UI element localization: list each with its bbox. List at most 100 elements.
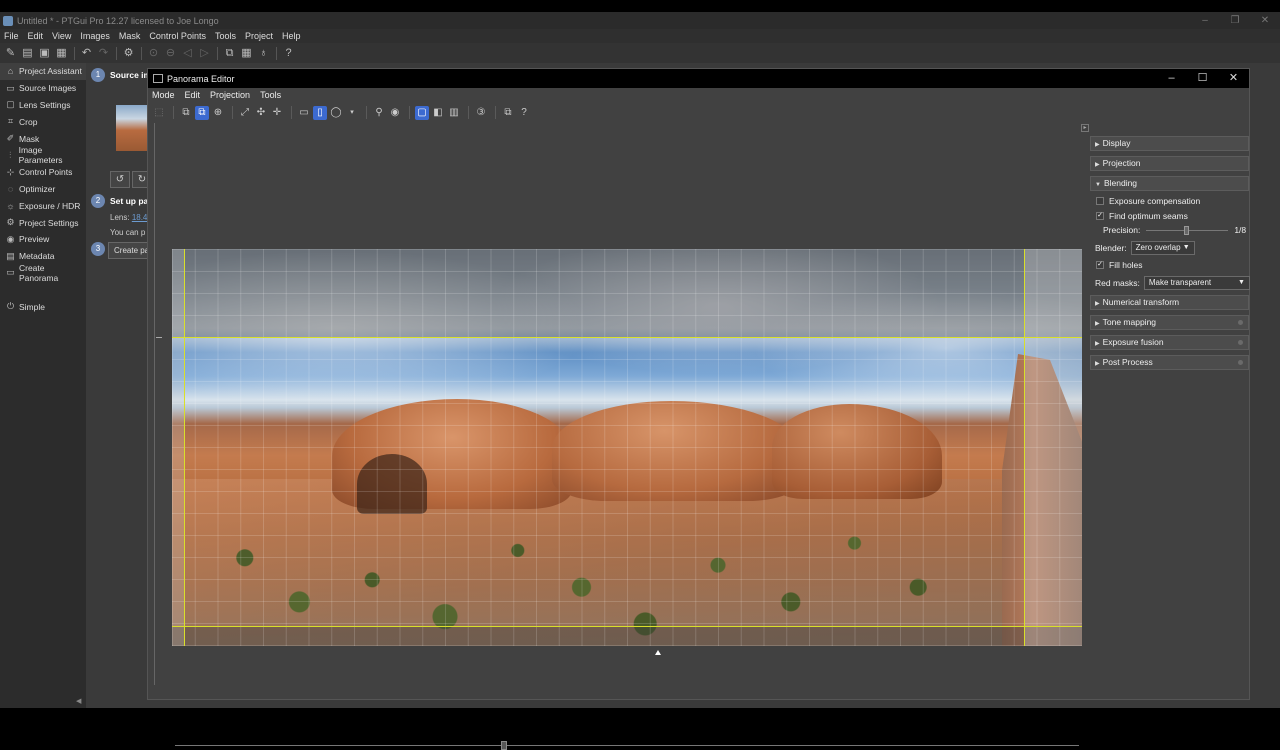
section-exposure-fusion[interactable]: ▶ Exposure fusion xyxy=(1090,335,1249,350)
sidebar-item-exposure-hdr[interactable]: ☼ Exposure / HDR xyxy=(0,197,86,214)
select-tool-icon[interactable]: ⬚ xyxy=(152,106,166,120)
blender-select[interactable]: Zero overlap ▼ xyxy=(1130,241,1195,255)
cylindrical-projection-icon[interactable]: ▯ xyxy=(313,105,327,120)
save-as-icon[interactable]: ▦ xyxy=(55,47,68,60)
sidebar-item-crop[interactable]: ⌗ Crop xyxy=(0,113,86,130)
sidebar-item-preview[interactable]: ◉ Preview xyxy=(0,231,86,248)
crop-mode-icon[interactable]: ▢ xyxy=(415,105,429,120)
precision-slider-thumb[interactable] xyxy=(1184,225,1190,235)
close-icon[interactable]: ✕ xyxy=(1250,12,1280,29)
exposure-compensation-option[interactable]: Exposure compensation xyxy=(1096,196,1200,206)
section-numerical-transform[interactable]: ▶ Numerical transform xyxy=(1090,295,1249,310)
editor-maximize-icon[interactable]: ☐ xyxy=(1187,69,1218,88)
table-icon[interactable]: ▦ xyxy=(240,47,253,60)
help-icon[interactable]: ? xyxy=(282,47,295,60)
next-icon[interactable]: ▷ xyxy=(198,47,211,60)
number-overlay-icon[interactable]: ③ xyxy=(474,106,488,120)
crop-line-bottom[interactable] xyxy=(172,626,1082,627)
layers-icon[interactable]: ⧉ xyxy=(501,106,515,120)
horizontal-fov-slider[interactable] xyxy=(175,741,1079,750)
section-projection[interactable]: ▶ Projection xyxy=(1090,156,1249,171)
mask-mode-icon[interactable]: ◧ xyxy=(431,106,445,120)
simple-mode-toggle[interactable]: ⏻ Simple xyxy=(0,298,86,315)
section-display[interactable]: ▶ Display xyxy=(1090,136,1249,151)
save-icon[interactable]: ▣ xyxy=(38,47,51,60)
sidebar-item-optimizer[interactable]: ◌ Optimizer xyxy=(0,181,86,198)
editor-menu-edit[interactable]: Edit xyxy=(185,90,201,100)
redo-icon[interactable]: ↷ xyxy=(97,47,110,60)
editor-menu-projection[interactable]: Projection xyxy=(210,90,250,100)
section-tone-mapping[interactable]: ▶ Tone mapping xyxy=(1090,315,1249,330)
straighten-icon[interactable]: ✛ xyxy=(270,106,284,120)
open-icon[interactable]: ▤ xyxy=(21,47,34,60)
move-images-icon[interactable]: ⧉ xyxy=(179,106,193,120)
settings-icon[interactable]: ⚙ xyxy=(122,47,135,60)
editor-close-icon[interactable]: ✕ xyxy=(1218,69,1249,88)
menu-help[interactable]: Help xyxy=(282,31,301,41)
sidebar-item-project-assistant[interactable]: ⌂ Project Assistant xyxy=(0,63,86,80)
section-blending[interactable]: ▼ Blending xyxy=(1090,176,1249,191)
panorama-image[interactable] xyxy=(172,249,1082,646)
sidebar-item-lens-settings[interactable]: ▢ Lens Settings xyxy=(0,97,86,114)
section-post-process[interactable]: ▶ Post Process xyxy=(1090,355,1249,370)
menu-control-points[interactable]: Control Points xyxy=(149,31,206,41)
menu-file[interactable]: File xyxy=(4,31,19,41)
editor-menu-tools[interactable]: Tools xyxy=(260,90,281,100)
maximize-icon[interactable]: ❐ xyxy=(1220,12,1250,29)
zoom-fit-icon[interactable]: ⊙ xyxy=(147,47,160,60)
menu-images[interactable]: Images xyxy=(80,31,110,41)
editor-minimize-icon[interactable]: – xyxy=(1156,69,1187,88)
rectilinear-projection-icon[interactable]: ▭ xyxy=(297,106,311,120)
crop-line-top[interactable] xyxy=(172,337,1082,338)
fit-panorama-icon[interactable]: ⤢ xyxy=(238,106,252,120)
crop-line-right[interactable] xyxy=(1024,249,1025,646)
lens-value-link[interactable]: 18.4 xyxy=(132,213,148,222)
sidebar-item-project-settings[interactable]: ⚙ Project Settings xyxy=(0,214,86,231)
editor-help-icon[interactable]: ? xyxy=(517,106,531,120)
source-image-thumbnail[interactable] xyxy=(116,105,148,151)
panorama-editor-icon[interactable]: ⧉ xyxy=(223,47,236,60)
pin-icon[interactable]: ♁ xyxy=(257,47,270,60)
panorama-canvas[interactable] xyxy=(154,123,1083,750)
undo-icon[interactable]: ↶ xyxy=(80,47,93,60)
fill-holes-option[interactable]: ✓ Fill holes xyxy=(1096,260,1143,270)
exposure-compensation-checkbox[interactable] xyxy=(1096,197,1104,205)
create-panorama-button[interactable]: Create pa xyxy=(108,242,148,259)
preview-eye-icon[interactable]: ◉ xyxy=(388,106,402,120)
precision-slider[interactable] xyxy=(1146,225,1229,235)
center-marker[interactable] xyxy=(655,650,661,655)
horizontal-fov-slider-thumb[interactable] xyxy=(501,741,507,750)
find-seams-option[interactable]: ✓ Find optimum seams xyxy=(1096,211,1188,221)
zoom-out-icon[interactable]: ⊖ xyxy=(164,47,177,60)
sidebar-collapse-icon[interactable]: ◀ xyxy=(76,697,84,705)
spherical-projection-icon[interactable]: ◯ xyxy=(329,106,343,120)
vertical-slider-marker[interactable] xyxy=(156,337,162,338)
find-seams-checkbox[interactable]: ✓ xyxy=(1096,212,1104,220)
sidebar-item-source-images[interactable]: ▭ Source Images xyxy=(0,80,86,97)
red-masks-select[interactable]: Make transparent ▼ xyxy=(1143,276,1250,290)
center-panorama-icon[interactable]: ✣ xyxy=(254,106,268,120)
book-mode-icon[interactable]: ▥ xyxy=(447,106,461,120)
fill-holes-checkbox[interactable]: ✓ xyxy=(1096,261,1104,269)
projection-dropdown-icon[interactable]: ▾ xyxy=(345,106,359,120)
sidebar-item-control-points[interactable]: ⊹ Control Points xyxy=(0,164,86,181)
rotate-right-button[interactable]: ↻ xyxy=(132,171,148,188)
panel-collapse-icon[interactable]: ▸ xyxy=(1081,124,1089,132)
zoom-icon[interactable]: ⚲ xyxy=(372,106,386,120)
move-center-icon[interactable]: ⊕ xyxy=(211,106,225,120)
menu-tools[interactable]: Tools xyxy=(215,31,236,41)
menu-edit[interactable]: Edit xyxy=(28,31,44,41)
crop-line-left[interactable] xyxy=(184,249,185,646)
sidebar-item-image-parameters[interactable]: ⫶ Image Parameters xyxy=(0,145,86,165)
menu-mask[interactable]: Mask xyxy=(119,31,141,41)
new-project-icon[interactable]: ✎ xyxy=(4,47,17,60)
menu-view[interactable]: View xyxy=(52,31,71,41)
sidebar-item-create-panorama[interactable]: ▭ Create Panorama xyxy=(0,263,86,283)
menu-project[interactable]: Project xyxy=(245,31,273,41)
rotate-left-button[interactable]: ↺ xyxy=(110,171,130,188)
editor-menu-mode[interactable]: Mode xyxy=(152,90,175,100)
drag-panorama-icon[interactable]: ⧉ xyxy=(195,105,209,120)
prev-icon[interactable]: ◁ xyxy=(181,47,194,60)
editor-menu-bar: Mode Edit Projection Tools xyxy=(148,88,1249,101)
minimize-icon[interactable]: – xyxy=(1190,12,1220,29)
